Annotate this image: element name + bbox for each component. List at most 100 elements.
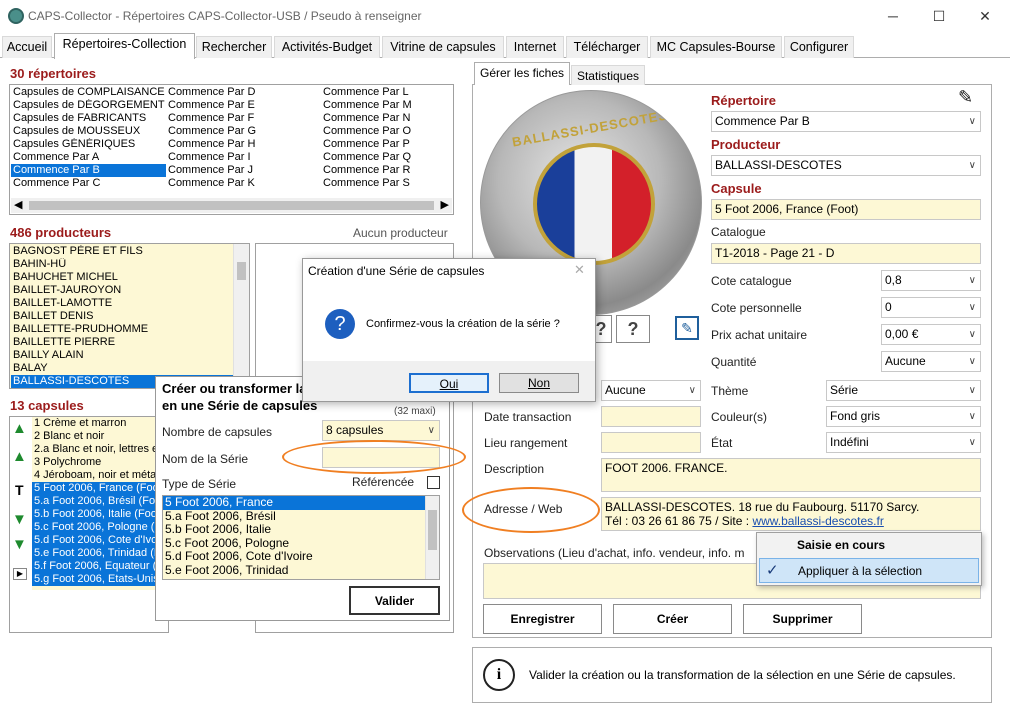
tab-repertoires[interactable]: Répertoires-Collection	[54, 33, 195, 59]
quantite-select[interactable]: Aucune ∨	[881, 351, 981, 372]
supprimer-button[interactable]: Supprimer	[743, 604, 862, 634]
tab-configurer[interactable]: Configurer	[784, 36, 854, 58]
list-item[interactable]: Commence Par F	[166, 112, 316, 125]
tab-internet[interactable]: Internet	[506, 36, 564, 58]
etat-select[interactable]: Indéfini ∨	[826, 432, 981, 453]
list-item[interactable]: BALAY	[11, 362, 233, 375]
list-item[interactable]: 4 Jéroboam, noir et méta...	[32, 469, 168, 482]
list-item-selected[interactable]: 5 Foot 2006, France	[163, 496, 439, 510]
list-item[interactable]: 5.d Foot 2006, Cote d'Ivoire	[163, 550, 439, 564]
move-down-icon[interactable]: ▼	[12, 511, 27, 528]
subtab-statistiques[interactable]: Statistiques	[571, 65, 645, 85]
text-icon[interactable]: T	[15, 482, 24, 498]
list-item[interactable]: 5.b Foot 2006, Italie	[163, 523, 439, 537]
couleur-select[interactable]: Fond gris ∨	[826, 406, 981, 427]
lieu-input[interactable]	[601, 432, 701, 453]
vertical-scrollbar[interactable]	[233, 244, 249, 388]
list-item[interactable]: Capsules de FABRICANTS	[11, 112, 166, 125]
list-item[interactable]: Commence Par A	[11, 151, 166, 164]
referencee-checkbox[interactable]	[427, 476, 440, 489]
apply-selection-item[interactable]: ✓ Appliquer à la sélection	[759, 558, 979, 583]
valider-button[interactable]: Valider	[349, 586, 440, 615]
list-item[interactable]: 1 Crème et marron	[32, 417, 168, 430]
list-item[interactable]: Commence Par S	[321, 177, 451, 190]
cote-perso-select[interactable]: 0 ∨	[881, 297, 981, 318]
list-item[interactable]: BAILLETTE-PRUDHOMME	[11, 323, 233, 336]
list-item[interactable]: Capsules GÉNÉRIQUES	[11, 138, 166, 151]
tab-vitrine[interactable]: Vitrine de capsules	[382, 36, 504, 58]
tab-accueil[interactable]: Accueil	[2, 36, 52, 58]
expand-icon[interactable]: ▶	[13, 568, 27, 580]
list-item[interactable]: BAILLET DENIS	[11, 310, 233, 323]
list-item[interactable]: 5.c Foot 2006, Pologne	[163, 537, 439, 551]
aucune-select[interactable]: Aucune ∨	[601, 380, 701, 401]
list-item-selected[interactable]: 5.b Foot 2006, Italie (Foot)	[32, 508, 168, 521]
producteurs-list[interactable]: BAGNOST PÈRE ET FILS BAHIN-HÛ BAHUCHET M…	[9, 243, 250, 389]
non-button[interactable]: Non	[499, 373, 579, 393]
repertoire-select[interactable]: Commence Par B ∨	[711, 111, 981, 132]
tab-rechercher[interactable]: Rechercher	[196, 36, 272, 58]
list-item[interactable]: Commence Par K	[166, 177, 316, 190]
maximize-button[interactable]: ☐	[916, 4, 962, 28]
close-button[interactable]: ✕	[962, 4, 1008, 28]
list-item-selected[interactable]: 5.d Foot 2006, Cote d'Ivo...	[32, 534, 168, 547]
list-item[interactable]: Commence Par E	[166, 99, 316, 112]
vertical-scrollbar[interactable]	[425, 496, 439, 579]
adresse-input[interactable]: BALLASSI-DESCOTES. 18 rue du Faubourg. 5…	[601, 497, 981, 531]
list-item[interactable]: 5.a Foot 2006, Brésil	[163, 510, 439, 524]
list-item[interactable]: Commence Par L	[321, 86, 451, 99]
list-item[interactable]: Commence Par C	[11, 177, 166, 190]
scroll-thumb[interactable]	[29, 201, 434, 210]
move-top-icon[interactable]: ▲	[12, 420, 27, 437]
theme-select[interactable]: Série ∨	[826, 380, 981, 401]
subtab-gerer[interactable]: Gérer les fiches	[474, 62, 570, 85]
list-item[interactable]: 2.a Blanc et noir, lettres et...	[32, 443, 168, 456]
scroll-right-icon[interactable]: ▶	[441, 198, 449, 211]
tab-activites[interactable]: Activités-Budget	[274, 36, 380, 58]
creer-button[interactable]: Créer	[613, 604, 732, 634]
list-item[interactable]: Commence Par O	[321, 125, 451, 138]
list-item[interactable]: Commence Par M	[321, 99, 451, 112]
date-input[interactable]	[601, 406, 701, 427]
list-item[interactable]: Commence Par D	[166, 86, 316, 99]
list-item[interactable]: Commence Par P	[321, 138, 451, 151]
list-item[interactable]: Commence Par I	[166, 151, 316, 164]
list-item[interactable]: BAHIN-HÛ	[11, 258, 233, 271]
list-item-selected[interactable]: 5.f Foot 2006, Equateur (F...	[32, 560, 168, 573]
scroll-left-icon[interactable]: ◀	[14, 198, 22, 211]
move-bottom-icon[interactable]: ▼	[12, 536, 27, 553]
list-item[interactable]: 5.e Foot 2006, Trinidad	[163, 564, 439, 578]
list-item[interactable]: BAGNOST PÈRE ET FILS	[11, 245, 233, 258]
scroll-thumb[interactable]	[237, 262, 246, 280]
capsule-input[interactable]: 5 Foot 2006, France (Foot)	[711, 199, 981, 220]
producteur-select[interactable]: BALLASSI-DESCOTES ∨	[711, 155, 981, 176]
prix-select[interactable]: 0,00 € ∨	[881, 324, 981, 345]
capsules-list[interactable]: 1 Crème et marron 2 Blanc et noir 2.a Bl…	[32, 417, 168, 590]
list-item[interactable]: Capsules de COMPLAISANCE	[11, 86, 166, 99]
edit-icon[interactable]: ✎	[958, 87, 973, 108]
list-item[interactable]: Commence Par N	[321, 112, 451, 125]
list-item[interactable]: BAHUCHET MICHEL	[11, 271, 233, 284]
list-item[interactable]: BAILLET-LAMOTTE	[11, 297, 233, 310]
tab-telecharger[interactable]: Télécharger	[566, 36, 648, 58]
catalogue-input[interactable]: T1-2018 - Page 21 - D	[711, 243, 981, 264]
list-item[interactable]: BAILLY ALAIN	[11, 349, 233, 362]
cote-catalogue-select[interactable]: 0,8 ∨	[881, 270, 981, 291]
list-item[interactable]: BAILLET-JAUROYON	[11, 284, 233, 297]
list-item-selected[interactable]: 5 Foot 2006, France (Foot)	[32, 482, 168, 495]
help-icon[interactable]: ?	[616, 315, 650, 343]
horizontal-scrollbar[interactable]: ◀ ▶	[11, 198, 452, 213]
list-item-selected[interactable]: 5.g Foot 2006, Etats-Unis...	[32, 573, 168, 586]
list-item-selected[interactable]: Commence Par B	[11, 164, 166, 177]
enregistrer-button[interactable]: Enregistrer	[483, 604, 602, 634]
repertoires-list[interactable]: Capsules de COMPLAISANCE Capsules de DÉG…	[9, 84, 454, 215]
list-item[interactable]: Commence Par Q	[321, 151, 451, 164]
move-up-icon[interactable]: ▲	[12, 448, 27, 465]
tab-bourse[interactable]: MC Capsules-Bourse	[650, 36, 782, 58]
list-item[interactable]: 3 Polychrome	[32, 456, 168, 469]
list-item[interactable]: Commence Par J	[166, 164, 316, 177]
scroll-thumb[interactable]	[428, 510, 437, 550]
list-item-selected[interactable]: 5.a Foot 2006, Brésil (Foo...	[32, 495, 168, 508]
website-link[interactable]: www.ballassi-descotes.fr	[752, 514, 883, 528]
list-item[interactable]: 2 Blanc et noir	[32, 430, 168, 443]
